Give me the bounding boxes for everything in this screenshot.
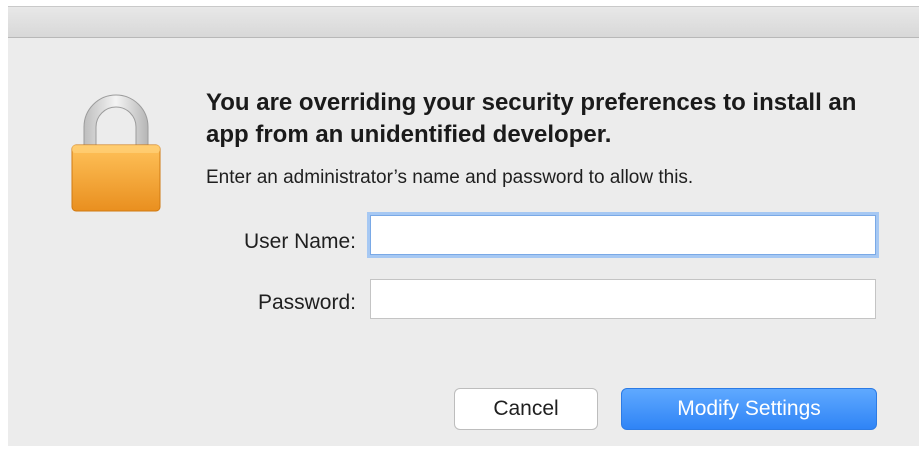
security-dialog: You are overriding your security prefere… xyxy=(8,6,919,446)
cancel-button[interactable]: Cancel xyxy=(454,388,598,430)
password-label: Password: xyxy=(257,291,356,314)
title-bar xyxy=(8,7,919,38)
username-field[interactable] xyxy=(370,215,876,255)
dialog-headline: You are overriding your security prefere… xyxy=(206,89,857,148)
modify-settings-button[interactable]: Modify Settings xyxy=(621,388,877,430)
dialog-subtext: Enter an administrator’s name and passwo… xyxy=(206,167,694,188)
lock-icon xyxy=(68,89,164,213)
password-field[interactable] xyxy=(370,279,876,319)
username-label: User Name: xyxy=(243,230,356,253)
